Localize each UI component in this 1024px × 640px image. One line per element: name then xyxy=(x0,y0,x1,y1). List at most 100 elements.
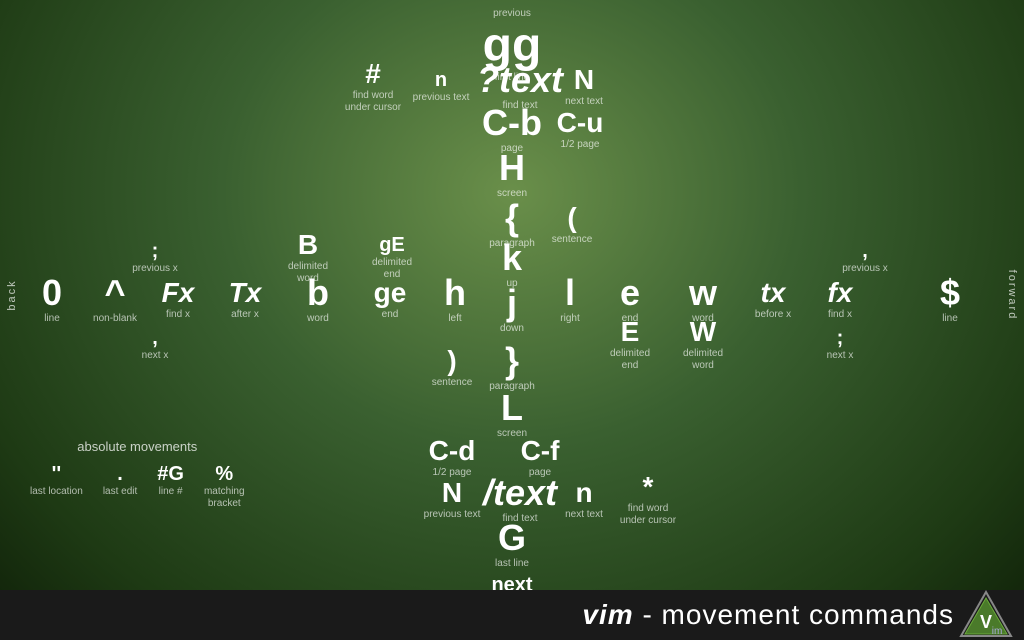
cmd-key: } xyxy=(489,343,535,379)
cmd-key: { xyxy=(489,200,535,236)
cmd-key: Fx xyxy=(162,279,195,307)
cmd-_: }paragraph xyxy=(489,343,535,393)
svg-text:im: im xyxy=(992,626,1003,637)
cmd-key: n xyxy=(565,479,603,507)
cmd-desc: previous text xyxy=(424,509,481,521)
cmd-desc: next text xyxy=(565,509,603,521)
cmd-_: ;next x xyxy=(827,328,854,362)
abs-section-title: absolute movements xyxy=(30,439,245,454)
cmd-key: ^ xyxy=(93,275,137,311)
cmd-0: 0line xyxy=(42,275,62,325)
cmd-tx: tx before x xyxy=(755,279,791,321)
cmd-desc: line xyxy=(940,313,960,325)
cmd-N: Nnext text xyxy=(565,66,603,108)
abs-desc: last location xyxy=(30,486,83,498)
cmd-desc: line xyxy=(42,313,62,325)
footer: vim - movement commands V im xyxy=(0,590,1024,640)
cmd-desc: delimitedend xyxy=(610,348,650,372)
cmd-ge: ge end xyxy=(374,279,407,321)
abs-cmd-_G: #G line # xyxy=(157,464,184,498)
cmd-desc: down xyxy=(500,323,524,335)
cmd-Fx: Fx find x xyxy=(162,279,195,321)
cmd-key: C-u xyxy=(557,109,604,137)
cmd-W: Wdelimitedword xyxy=(683,318,723,372)
cmd-_: ^ non-blank xyxy=(93,275,137,325)
cmd-key: b xyxy=(307,275,329,311)
cmd-key: k xyxy=(502,240,522,276)
cmd-key: * xyxy=(620,473,676,501)
abs-desc: last edit xyxy=(103,486,137,498)
abs-key: . xyxy=(103,464,137,484)
cmd-desc: left xyxy=(444,313,466,325)
cmd-L: Lscreen xyxy=(497,390,527,440)
cmd-desc: before x xyxy=(755,309,791,321)
cmd-desc: word xyxy=(307,313,329,325)
cmd-_: ,next x xyxy=(142,328,169,362)
cmd-desc: find wordunder cursor xyxy=(620,503,676,527)
cmd-key: e xyxy=(620,275,640,311)
cmd-desc: previous x xyxy=(842,263,888,275)
cmd-desc: next x xyxy=(142,350,169,362)
abs-desc: matchingbracket xyxy=(204,486,245,510)
cmd-key: # xyxy=(345,60,401,88)
cmd-C_d: C-d1/2 page xyxy=(429,437,476,479)
cmd-desc: right xyxy=(560,313,579,325)
vim-logo: V im xyxy=(959,590,1014,638)
cmd-desc: non-blank xyxy=(93,313,137,325)
cmd-_: *find wordunder cursor xyxy=(620,473,676,527)
cmd-key: l xyxy=(560,275,579,311)
cmd-desc: last line xyxy=(495,558,529,570)
cmd-_: )sentence xyxy=(432,347,473,389)
cmd-key: , xyxy=(842,241,888,261)
cmd-h: hleft xyxy=(444,275,466,325)
cmd-desc: find wordunder cursor xyxy=(345,90,401,114)
cmd-desc: end xyxy=(374,309,407,321)
cmd-key: /text xyxy=(483,475,557,511)
cmd-key: w xyxy=(689,275,717,311)
cmd-_: , previous x xyxy=(842,241,888,275)
abs-cmd-_: . last edit xyxy=(103,464,137,498)
cmd-key: ?text xyxy=(477,62,563,98)
cmd-desc: previous text xyxy=(413,92,470,104)
abs-key: '' xyxy=(30,464,83,484)
cmd-desc: find x xyxy=(828,309,853,321)
cmd-E: Edelimitedend xyxy=(610,318,650,372)
cmd-n: n previous text xyxy=(413,70,470,104)
cmd-gE: gEdelimitedend xyxy=(372,235,412,281)
cmd-G: Glast line xyxy=(495,520,529,570)
cmd-key: ( xyxy=(552,204,593,232)
cmd-key: B xyxy=(288,231,328,259)
cmd-key: $ xyxy=(940,275,960,311)
cmd-N: Nprevious text xyxy=(424,479,481,521)
svg-text:V: V xyxy=(980,612,992,632)
cmd-desc: 1/2 page xyxy=(557,139,604,151)
cmd-desc: previous x xyxy=(132,263,178,275)
cmd-key: W xyxy=(683,318,723,346)
abs-desc: line # xyxy=(157,486,184,498)
cmd-key: tx xyxy=(755,279,791,307)
abs-key: #G xyxy=(157,464,184,484)
cmd-desc: delimitedword xyxy=(683,348,723,372)
cmd-key: gE xyxy=(372,235,412,255)
cmd-_: (sentence xyxy=(552,204,593,246)
cmd-key: ge xyxy=(374,279,407,307)
cmd-key: C-d xyxy=(429,437,476,465)
footer-title: vim - movement commands xyxy=(582,599,954,631)
cmd-desc: find x xyxy=(162,309,195,321)
cmd-key: N xyxy=(424,479,481,507)
abs-items-container: ''last location.last edit#Gline #%matchi… xyxy=(30,464,245,510)
cmd-key: ) xyxy=(432,347,473,375)
footer-subtitle: - movement commands xyxy=(634,599,954,630)
cmd-l: l right xyxy=(560,275,579,325)
cmd-b: b word xyxy=(307,275,329,325)
cmd-key: ; xyxy=(827,328,854,348)
cmd-key: fx xyxy=(828,279,853,307)
cmd-desc: after x xyxy=(229,309,262,321)
cmd-key: n xyxy=(413,70,470,90)
cmd-key: E xyxy=(610,318,650,346)
cmd-_: #find wordunder cursor xyxy=(345,60,401,114)
cmd-_: $ line xyxy=(940,275,960,325)
absolute-movements-section: absolute movements '' last location. last … xyxy=(30,439,245,510)
cmd-_: ;previous x xyxy=(132,241,178,275)
cmd-Tx: Txafter x xyxy=(229,279,262,321)
